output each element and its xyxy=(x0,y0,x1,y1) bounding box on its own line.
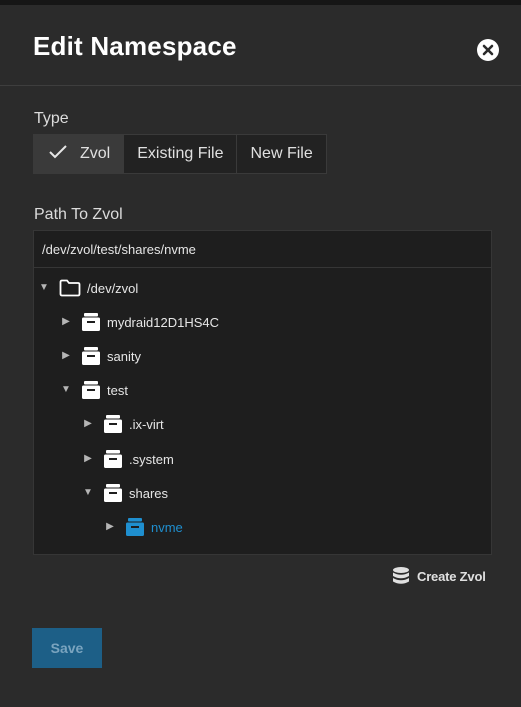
type-option-new-file[interactable]: New File xyxy=(237,135,326,173)
type-label: Type xyxy=(34,110,69,127)
type-option-label: New File xyxy=(250,145,313,162)
tree-node-label: test xyxy=(107,382,128,398)
create-zvol-label: Create Zvol xyxy=(417,568,486,584)
database-icon xyxy=(393,567,409,584)
tree-node-system[interactable]: ▶ .system xyxy=(83,447,174,471)
close-icon xyxy=(482,44,494,56)
tree-node-label: shares xyxy=(129,485,169,501)
tree-node-root[interactable]: ▼ /dev/zvol xyxy=(39,276,138,300)
type-option-existing-file[interactable]: Existing File xyxy=(124,135,238,173)
close-button[interactable] xyxy=(477,39,499,61)
tree-node-nvme[interactable]: ▶ nvme xyxy=(105,515,183,539)
tree-node-label: mydraid12D1HS4C xyxy=(107,314,219,330)
expanded-arrow-icon[interactable]: ▼ xyxy=(61,385,71,395)
save-button[interactable]: Save xyxy=(32,628,102,668)
tree-node-test[interactable]: ▼ test xyxy=(61,378,128,402)
dialog-header: Edit Namespace xyxy=(0,5,521,85)
type-option-label: Zvol xyxy=(80,145,111,162)
tree-node-label: .ix-virt xyxy=(129,416,164,432)
expanded-arrow-icon[interactable]: ▼ xyxy=(83,488,93,498)
explorer-tree: ▼ /dev/zvol ▶ mydraid12D1HS4C ▶ sanity ▼ xyxy=(33,230,492,555)
tree-node-shares[interactable]: ▼ shares xyxy=(83,481,168,505)
folder-icon xyxy=(59,279,81,297)
dataset-icon xyxy=(126,518,144,536)
dataset-icon xyxy=(104,450,122,468)
tree-node-label: .system xyxy=(129,451,174,467)
dataset-icon xyxy=(82,347,100,365)
expanded-arrow-icon[interactable]: ▼ xyxy=(39,283,49,293)
create-zvol-button[interactable]: Create Zvol xyxy=(391,566,486,586)
dialog-title: Edit Namespace xyxy=(33,31,237,61)
collapsed-arrow-icon[interactable]: ▶ xyxy=(105,522,115,532)
path-input[interactable] xyxy=(34,231,491,268)
tree-node-sanity[interactable]: ▶ sanity xyxy=(61,344,141,368)
collapsed-arrow-icon[interactable]: ▶ xyxy=(61,351,71,361)
checkmark-icon xyxy=(49,145,67,159)
tree-node-label: sanity xyxy=(107,348,141,364)
tree-node-mydraid[interactable]: ▶ mydraid12D1HS4C xyxy=(61,310,219,334)
tree-node-ix-virt[interactable]: ▶ .ix-virt xyxy=(83,412,164,436)
type-toggle-group: Zvol Existing File New File xyxy=(33,134,327,174)
collapsed-arrow-icon[interactable]: ▶ xyxy=(83,419,93,429)
tree-node-label: /dev/zvol xyxy=(87,280,139,296)
type-option-label: Existing File xyxy=(137,145,224,162)
type-option-zvol[interactable]: Zvol xyxy=(34,135,125,173)
dataset-icon xyxy=(104,484,122,502)
dataset-icon xyxy=(82,313,100,331)
collapsed-arrow-icon[interactable]: ▶ xyxy=(61,317,71,327)
dataset-icon xyxy=(104,415,122,433)
dataset-icon xyxy=(82,381,100,399)
path-label: Path To Zvol xyxy=(34,206,123,223)
collapsed-arrow-icon[interactable]: ▶ xyxy=(83,454,93,464)
header-divider xyxy=(0,85,521,86)
tree-node-label: nvme xyxy=(151,519,183,535)
